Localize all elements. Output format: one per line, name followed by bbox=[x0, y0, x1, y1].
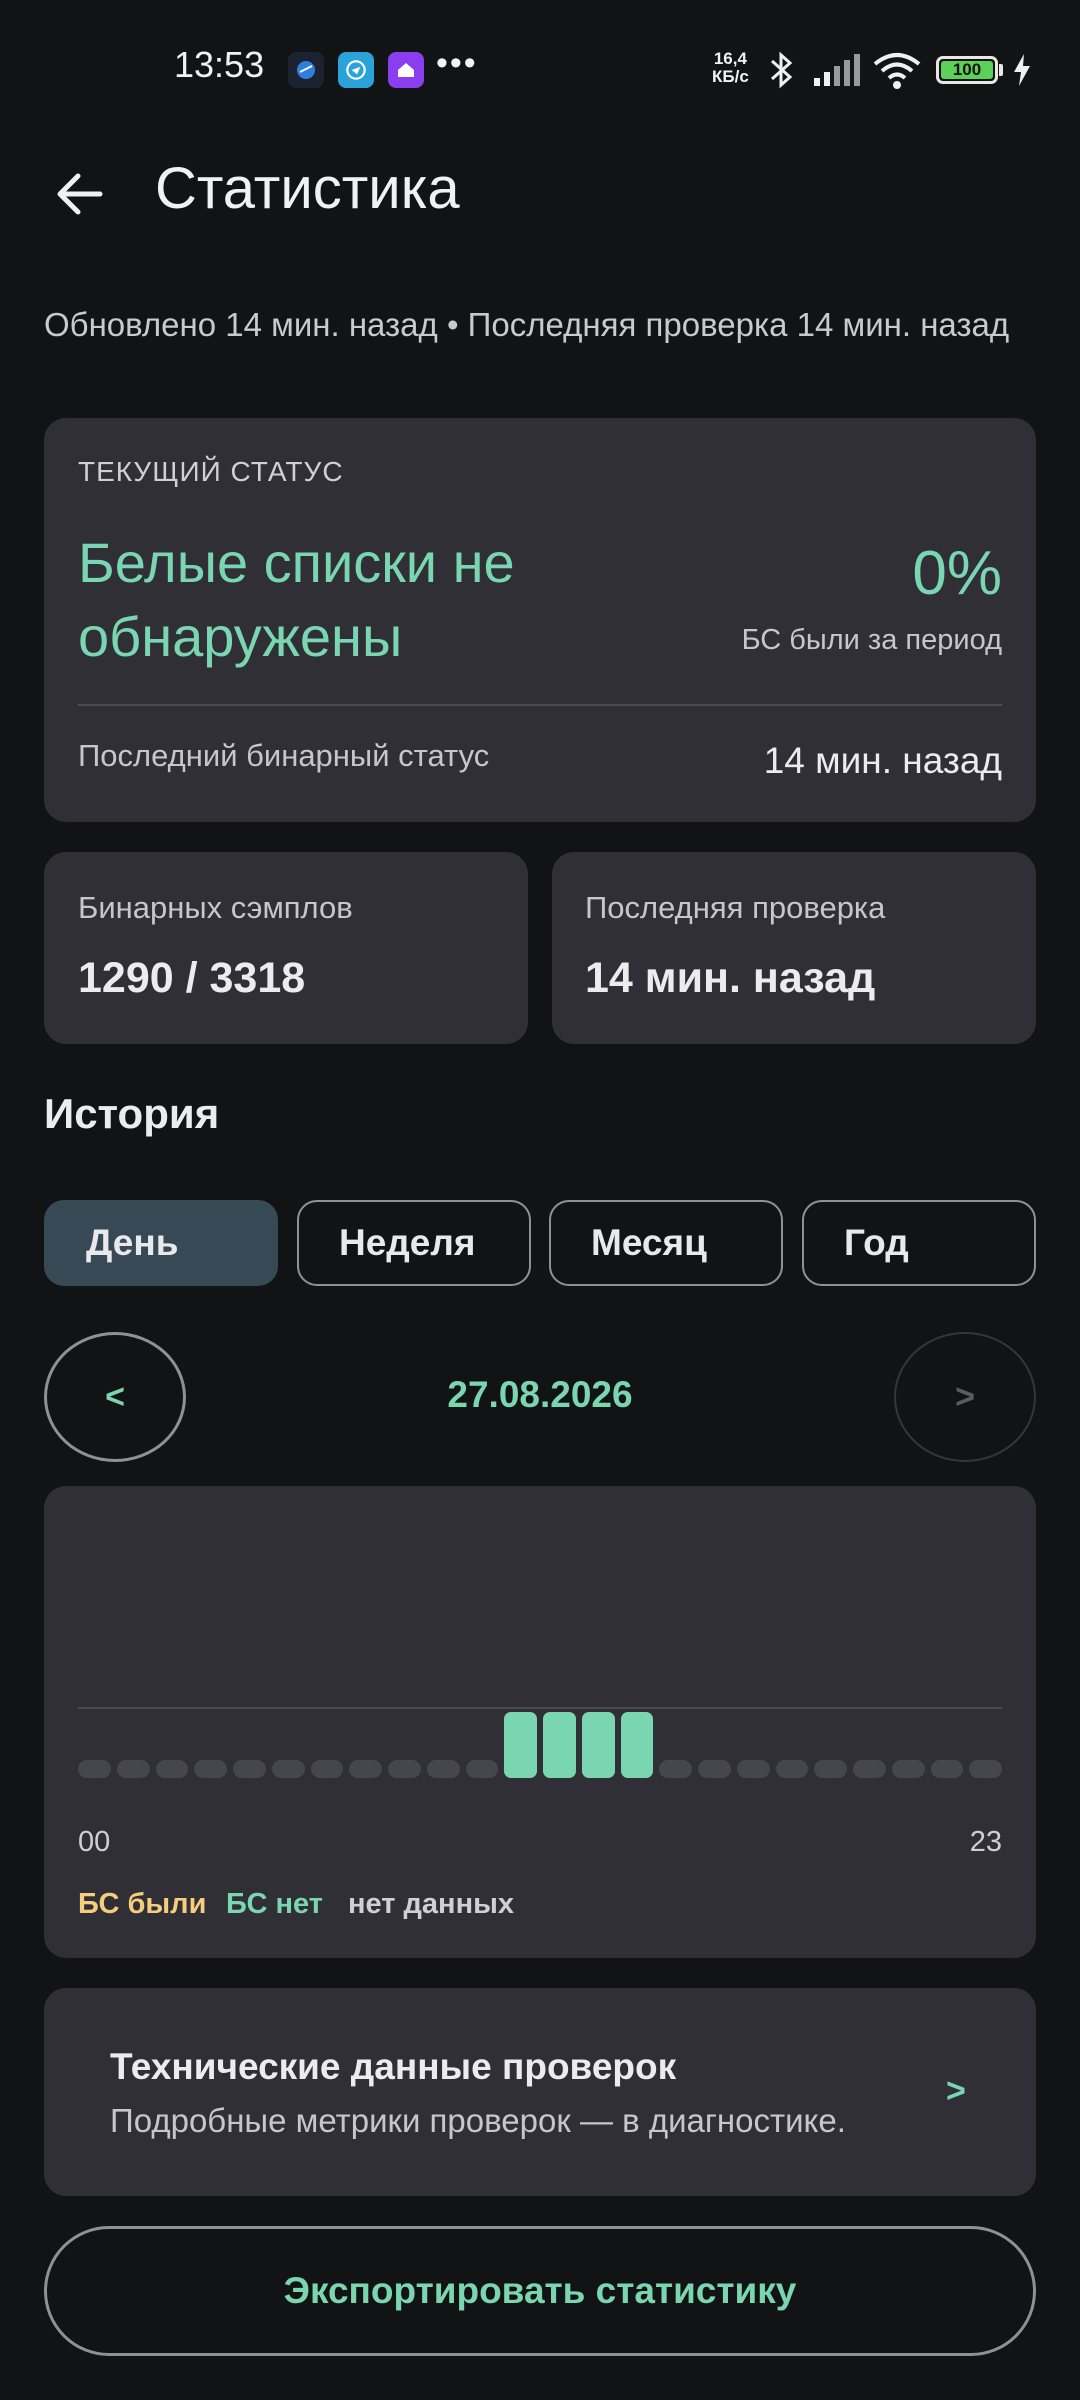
export-statistics-button[interactable]: Экспортировать статистику bbox=[44, 2226, 1036, 2356]
app-icon-telegram-like bbox=[338, 52, 374, 88]
chart-bar-hour-7 bbox=[349, 1760, 382, 1778]
app-icon-purple-home bbox=[388, 52, 424, 88]
chart-bar-hour-8 bbox=[388, 1760, 421, 1778]
chart-bar-hour-21 bbox=[891, 1760, 925, 1778]
page-title: Статистика bbox=[155, 156, 460, 221]
last-check-card bbox=[552, 852, 1036, 1044]
chart-bar-hour-6 bbox=[310, 1760, 344, 1778]
chart-bar-hour-22 bbox=[930, 1760, 964, 1778]
legend-no-data: нет данных bbox=[348, 1888, 514, 1920]
chart-bar-hour-20 bbox=[853, 1760, 886, 1778]
chart-bar-hour-4 bbox=[233, 1760, 266, 1778]
legend-whitelist-yes: БС были bbox=[78, 1888, 207, 1920]
status-time: 13:53 bbox=[174, 44, 265, 85]
chart-bar-hour-14 bbox=[620, 1712, 654, 1778]
last-binary-status-value: 14 мин. назад bbox=[763, 740, 1002, 781]
tech-data-subtitle: Подробные метрики проверок — в диагности… bbox=[110, 2102, 846, 2139]
next-day-button[interactable]: > bbox=[894, 1332, 1036, 1462]
chart-bar-hour-19 bbox=[814, 1760, 847, 1778]
chart-bar-hour-1 bbox=[116, 1760, 150, 1778]
chart-bar-hour-18 bbox=[775, 1760, 809, 1778]
last-binary-status-label: Последний бинарный статус bbox=[78, 738, 490, 773]
battery-icon: 100 bbox=[936, 56, 998, 84]
chart-bar-hour-12 bbox=[543, 1712, 576, 1778]
last-check-value: 14 мин. назад bbox=[585, 954, 876, 1002]
chart-bar-hour-10 bbox=[465, 1760, 499, 1778]
tab-month[interactable]: Месяц bbox=[549, 1200, 783, 1286]
wifi-icon bbox=[872, 52, 922, 95]
samples-label: Бинарных сэмплов bbox=[78, 890, 353, 925]
arrow-left-icon bbox=[57, 173, 103, 215]
tech-data-card[interactable] bbox=[44, 1988, 1036, 2196]
current-status-text: Белые списки не обнаружены bbox=[78, 531, 515, 668]
updated-info: Обновлено 14 мин. назад • Последняя пров… bbox=[44, 306, 1010, 343]
x-axis-end-label: 23 bbox=[969, 1826, 1002, 1858]
signal-icon bbox=[812, 52, 862, 93]
chart-bar-hour-2 bbox=[155, 1760, 189, 1778]
chart-bar-hour-11 bbox=[504, 1712, 537, 1778]
chart-bar-hour-17 bbox=[736, 1760, 770, 1778]
network-speed: 16,4 КБ/с bbox=[712, 49, 749, 86]
history-title: История bbox=[44, 1090, 220, 1137]
charging-icon bbox=[1012, 54, 1032, 91]
divider bbox=[78, 704, 1002, 706]
back-button[interactable] bbox=[50, 164, 110, 224]
chart-bar-hour-3 bbox=[194, 1760, 227, 1778]
chart-bar-hour-9 bbox=[426, 1760, 460, 1778]
x-axis-start-label: 00 bbox=[78, 1826, 111, 1858]
samples-card bbox=[44, 852, 528, 1044]
current-status-label: ТЕКУЩИЙ СТАТУС bbox=[78, 456, 344, 487]
app-icon-blue-dark bbox=[288, 52, 324, 88]
tab-day[interactable]: День bbox=[44, 1200, 278, 1286]
chart-bar-hour-13 bbox=[581, 1712, 615, 1778]
chart-bar-hour-5 bbox=[271, 1760, 305, 1778]
bluetooth-icon bbox=[764, 50, 798, 95]
tab-week[interactable]: Неделя bbox=[297, 1200, 531, 1286]
whitelist-percent: 0% bbox=[912, 539, 1002, 608]
whitelist-percent-caption: БС были за период bbox=[741, 624, 1002, 656]
history-chart-bars bbox=[78, 1700, 1002, 1780]
samples-value: 1290 / 3318 bbox=[78, 954, 306, 1002]
tech-data-title: Технические данные проверок bbox=[110, 2046, 677, 2087]
chart-bar-hour-0 bbox=[78, 1760, 111, 1778]
more-notifications-icon: ••• bbox=[436, 44, 478, 82]
chart-bar-hour-16 bbox=[698, 1760, 731, 1778]
battery-tip bbox=[999, 64, 1003, 76]
tab-year[interactable]: Год bbox=[802, 1200, 1036, 1286]
legend-whitelist-no: БС нет bbox=[226, 1888, 323, 1920]
chart-bar-hour-23 bbox=[969, 1760, 1002, 1778]
chart-bar-hour-15 bbox=[659, 1760, 692, 1778]
last-check-label: Последняя проверка bbox=[585, 890, 886, 925]
chevron-right-icon: > bbox=[946, 2072, 966, 2110]
